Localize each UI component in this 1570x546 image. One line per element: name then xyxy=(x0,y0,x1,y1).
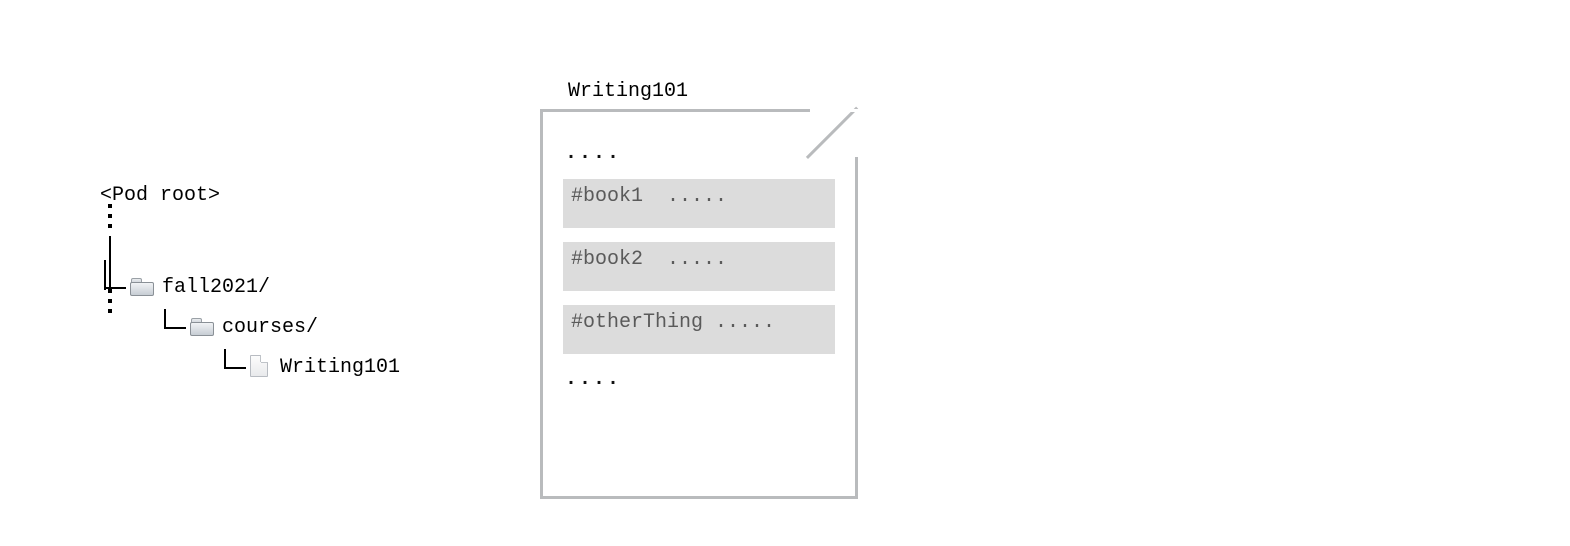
tree-connector-icon xyxy=(224,355,250,379)
tree-connector-icon xyxy=(104,275,130,299)
tree-node-courses: courses/ xyxy=(164,315,318,339)
folder-icon xyxy=(130,278,152,296)
document-fragment-otherthing: #otherThing ..... xyxy=(563,305,835,354)
document-dogear-icon xyxy=(810,109,858,157)
document-fragment-book2: #book2 ..... xyxy=(563,242,835,291)
folder-icon xyxy=(190,318,212,336)
diagram-stage: <Pod root> fall2021/ courses/ xyxy=(0,0,1570,546)
tree-node-label: courses/ xyxy=(222,316,318,339)
document-ellipsis-bottom: .... xyxy=(565,368,835,391)
document-panel: Writing101 .... #book1 ..... #book2 ....… xyxy=(540,80,858,499)
tree-node-label: Writing101 xyxy=(280,356,400,379)
tree-ellipsis-dots-top xyxy=(108,204,112,236)
file-icon xyxy=(250,355,268,377)
document-fragment-book1: #book1 ..... xyxy=(563,179,835,228)
document-body: .... #book1 ..... #book2 ..... #otherThi… xyxy=(540,109,858,499)
tree-node-label: fall2021/ xyxy=(162,276,270,299)
document-ellipsis-top: .... xyxy=(565,142,835,165)
tree-root-label: <Pod root> xyxy=(100,180,480,210)
pod-tree: <Pod root> fall2021/ courses/ xyxy=(100,180,480,210)
tree-root-text: <Pod root> xyxy=(100,184,220,207)
tree-connector-icon xyxy=(164,315,190,339)
tree-node-fall2021: fall2021/ xyxy=(104,275,270,299)
document-title: Writing101 xyxy=(568,80,858,103)
tree-node-writing101: Writing101 xyxy=(224,355,400,379)
